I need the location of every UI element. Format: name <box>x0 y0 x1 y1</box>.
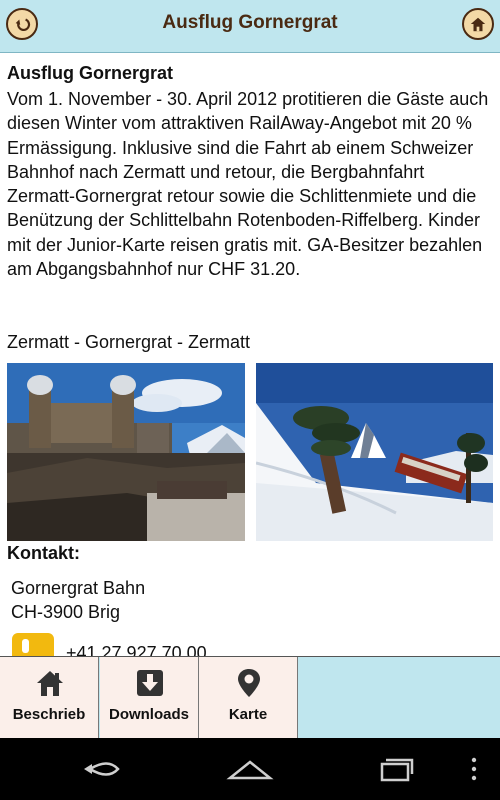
nav-home-icon <box>226 760 274 780</box>
tab-beschrieb-label: Beschrieb <box>12 706 86 723</box>
home-button[interactable] <box>462 8 494 40</box>
nav-back-icon <box>84 762 120 776</box>
phone-icon[interactable] <box>12 633 54 656</box>
article-description: Vom 1. November - 30. April 2012 protiti… <box>7 89 489 280</box>
tab-downloads[interactable]: Downloads <box>100 657 199 739</box>
nav-menu-button[interactable] <box>466 752 482 786</box>
home-icon <box>470 17 486 32</box>
tab-beschrieb[interactable]: Beschrieb <box>0 657 99 739</box>
article-heading: Ausflug Gornergrat <box>7 63 174 83</box>
system-navigation-bar <box>0 738 500 800</box>
map-pin-icon <box>238 669 260 697</box>
tab-karte[interactable]: Karte <box>199 657 298 739</box>
app-header: Ausflug Gornergrat <box>0 0 500 53</box>
photo-train-matterhorn[interactable] <box>256 363 493 541</box>
nav-back-button[interactable] <box>76 752 132 786</box>
nav-recent-apps-icon <box>380 758 414 782</box>
contact-heading: Kontakt: <box>7 543 80 563</box>
tab-downloads-label: Downloads <box>108 706 189 723</box>
contact-address: CH-3900 Brig <box>11 602 121 622</box>
page-title: Ausflug Gornergrat <box>162 12 338 33</box>
house-icon <box>37 671 63 696</box>
nav-home-button[interactable] <box>222 752 278 786</box>
content-scroll-area[interactable]: Ausflug Gornergrat Vom 1. November - 30.… <box>0 53 500 656</box>
photo-gornergrat-hotel[interactable] <box>7 363 245 541</box>
contact-phone[interactable]: +41 27 927 70 00 <box>66 643 207 656</box>
download-icon <box>137 670 163 696</box>
tab-karte-label: Karte <box>228 706 268 723</box>
contact-company: Gornergrat Bahn <box>11 578 146 598</box>
bottom-tab-bar: Beschrieb Downloads Karte <box>0 656 500 739</box>
nav-menu-icon <box>471 757 477 781</box>
route-text: Zermatt - Gornergrat - Zermatt <box>7 332 251 352</box>
photo-train-matterhorn-image <box>256 363 493 541</box>
nav-recent-apps-button[interactable] <box>368 752 424 786</box>
photo-gornergrat-hotel-image <box>7 363 245 541</box>
